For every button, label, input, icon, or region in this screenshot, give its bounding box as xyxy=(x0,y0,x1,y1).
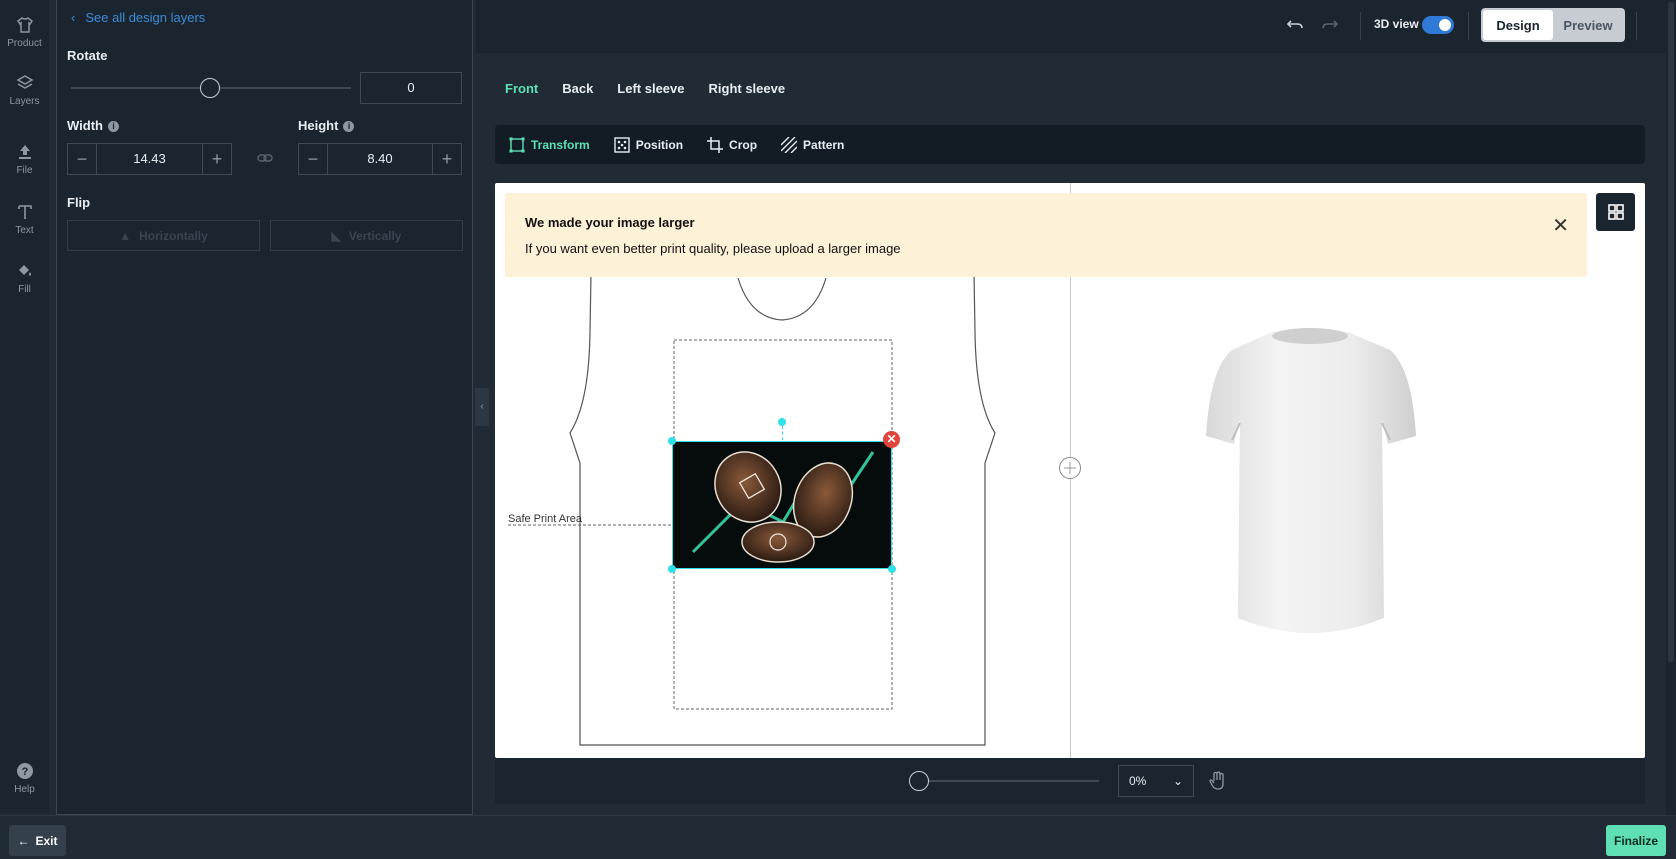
crop-tool[interactable]: Crop xyxy=(707,136,757,153)
grid-view-button[interactable] xyxy=(1596,193,1635,231)
width-input[interactable]: 14.43 xyxy=(96,144,203,174)
left-rail: Product Layers File Text Fill ? Help xyxy=(0,0,49,813)
design-canvas[interactable]: Safe Print Area ✕ We made your image lar… xyxy=(495,183,1645,758)
rotate-input[interactable]: 0 xyxy=(360,72,462,104)
arrow-left-icon: ← xyxy=(17,833,30,848)
mode-switch: Design Preview xyxy=(1481,8,1625,42)
pattern-tool[interactable]: Pattern xyxy=(781,136,844,153)
flip-horizontal-button[interactable]: ▲ Horizontally xyxy=(67,220,260,251)
height-stepper: − 8.40 + xyxy=(298,143,462,175)
flip-vertical-icon: ◣ xyxy=(331,228,341,243)
rail-item-text[interactable]: Text xyxy=(0,203,49,236)
pattern-icon xyxy=(781,136,798,153)
upload-icon xyxy=(18,145,31,159)
tab-left-sleeve[interactable]: Left sleeve xyxy=(617,81,684,96)
crop-icon xyxy=(707,136,724,153)
design-image[interactable] xyxy=(672,441,892,569)
grid-icon xyxy=(1607,204,1624,220)
zoom-bar: 0% ⌄ xyxy=(495,758,1645,804)
split-divider-handle[interactable] xyxy=(1059,457,1081,479)
safe-print-area-label: Safe Print Area xyxy=(508,513,582,525)
zoom-slider-handle[interactable] xyxy=(909,771,929,791)
info-icon[interactable]: i xyxy=(107,121,119,132)
flip-label: Flip xyxy=(67,195,91,210)
rotate-handle-line xyxy=(782,426,783,440)
bottom-bar: ← Exit Finalize xyxy=(0,815,1676,859)
rotate-label: Rotate xyxy=(67,48,108,63)
top-bar: 3D view Design Preview xyxy=(476,0,1676,53)
width-label: Width i xyxy=(67,118,119,133)
tshirt-3d-preview xyxy=(1206,328,1416,633)
collapse-panel-handle[interactable]: ‹ xyxy=(475,388,489,426)
tab-right-sleeve[interactable]: Right sleeve xyxy=(709,81,786,96)
chevron-left-icon: ‹ xyxy=(71,10,76,25)
notice-body: If you want even better print quality, p… xyxy=(525,241,901,256)
3d-view-label: 3D view xyxy=(1374,17,1419,31)
rail-label: Text xyxy=(15,225,34,236)
position-icon xyxy=(613,136,630,153)
text-icon xyxy=(17,205,32,219)
zoom-select[interactable]: 0% ⌄ xyxy=(1118,765,1194,797)
rotate-slider-handle[interactable] xyxy=(200,78,220,98)
width-increment-button[interactable]: + xyxy=(203,144,231,174)
tab-front[interactable]: Front xyxy=(505,81,538,96)
svg-text:?: ? xyxy=(21,766,28,778)
rail-item-help[interactable]: ? Help xyxy=(0,762,49,795)
hand-pan-icon[interactable] xyxy=(1209,771,1227,796)
rail-item-fill[interactable]: Fill xyxy=(0,262,49,295)
chevron-down-icon: ⌄ xyxy=(1172,774,1183,788)
height-decrement-button[interactable]: − xyxy=(299,144,327,174)
zoom-slider-track[interactable] xyxy=(919,780,1099,782)
rail-item-product[interactable]: Product xyxy=(0,16,49,49)
rail-label: Fill xyxy=(18,284,31,295)
side-tabs: Front Back Left sleeve Right sleeve xyxy=(505,81,785,96)
transform-panel: ‹ See all design layers Rotate 0 Width i … xyxy=(56,0,473,815)
position-tool[interactable]: Position xyxy=(613,136,683,153)
notice-title: We made your image larger xyxy=(525,215,695,230)
delete-layer-icon[interactable]: ✕ xyxy=(883,431,900,448)
rotate-handle[interactable] xyxy=(778,418,786,426)
transform-icon xyxy=(509,137,525,152)
image-enlarged-notice: We made your image larger If you want ev… xyxy=(505,193,1587,277)
close-icon[interactable]: ✕ xyxy=(1552,213,1569,238)
3d-view-toggle[interactable] xyxy=(1422,16,1454,34)
info-icon[interactable]: i xyxy=(343,121,355,132)
flip-vertical-button[interactable]: ◣ Vertically xyxy=(270,220,463,251)
transform-tool[interactable]: Transform xyxy=(509,137,590,153)
help-icon: ? xyxy=(16,763,33,779)
undo-icon[interactable] xyxy=(1286,15,1304,38)
resize-handle[interactable] xyxy=(888,565,896,573)
rail-label: Help xyxy=(14,784,35,795)
width-decrement-button[interactable]: − xyxy=(68,144,96,174)
design-mode-button[interactable]: Design xyxy=(1483,10,1553,40)
tab-back[interactable]: Back xyxy=(562,81,593,96)
edit-toolbar: Transform Position Crop Pattern xyxy=(495,125,1645,164)
rail-item-file[interactable]: File xyxy=(0,143,49,176)
preview-mode-button[interactable]: Preview xyxy=(1553,10,1623,40)
link-aspect-icon[interactable] xyxy=(257,151,273,170)
flip-horizontal-icon: ▲ xyxy=(119,228,132,243)
rail-item-layers[interactable]: Layers xyxy=(0,74,49,107)
resize-handle[interactable] xyxy=(668,565,676,573)
rail-label: Layers xyxy=(9,96,40,107)
width-stepper: − 14.43 + xyxy=(67,143,232,175)
finalize-button[interactable]: Finalize xyxy=(1606,825,1666,856)
rail-label: File xyxy=(16,165,33,176)
height-increment-button[interactable]: + xyxy=(433,144,461,174)
rail-label: Product xyxy=(7,38,42,49)
exit-button[interactable]: ← Exit xyxy=(9,825,66,856)
height-input[interactable]: 8.40 xyxy=(327,144,433,174)
paint-bucket-icon xyxy=(18,265,31,276)
see-all-layers-link[interactable]: ‹ See all design layers xyxy=(71,10,205,25)
tshirt-icon xyxy=(16,17,33,33)
page-scrollbar[interactable] xyxy=(1666,0,1676,815)
resize-handle[interactable] xyxy=(668,437,676,445)
layers-icon xyxy=(15,75,34,89)
redo-icon[interactable] xyxy=(1321,15,1339,38)
height-label: Height i xyxy=(298,118,355,133)
